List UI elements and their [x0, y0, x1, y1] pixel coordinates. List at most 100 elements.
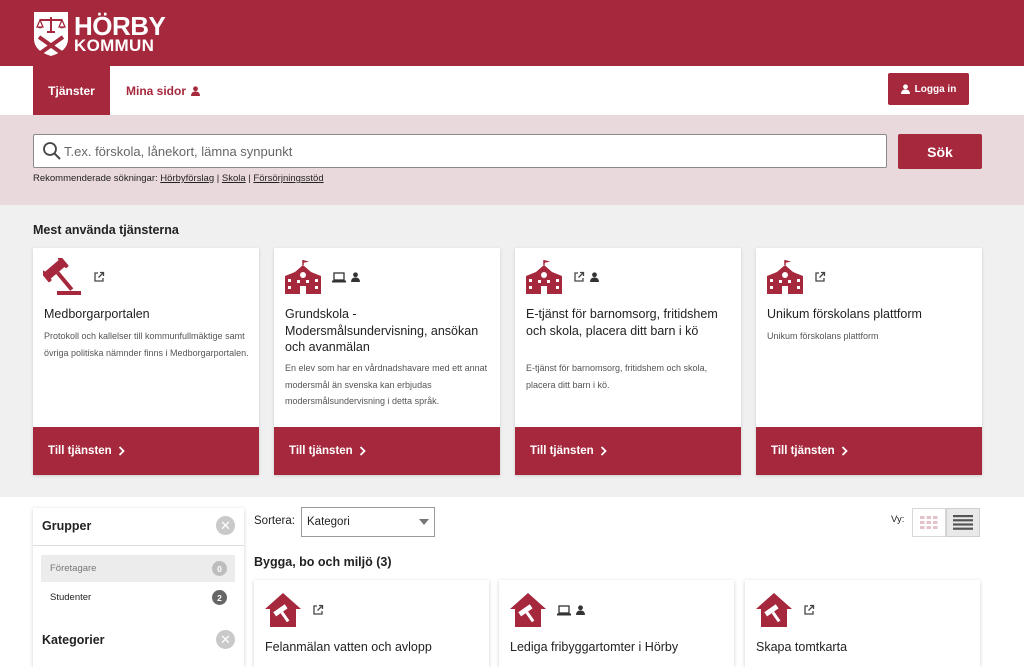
service-card[interactable]: Skapa tomtkarta — [745, 580, 980, 667]
recommended-searches: Rekommenderade sökningar: Hörbyförslag |… — [33, 173, 324, 184]
filter-item-studenter[interactable]: Studenter 2 — [41, 584, 235, 611]
external-link-icon — [804, 604, 815, 615]
card-icons — [525, 258, 599, 296]
groups-heading: Grupper — [42, 519, 92, 533]
chevron-right-icon — [359, 446, 366, 456]
top-bar: HÖRBY KOMMUN — [0, 0, 1024, 66]
list-icon — [953, 515, 973, 530]
external-link-icon — [815, 271, 826, 282]
filter-sidebar: Grupper ✕ Företagare 0 Studenter 2 Kateg… — [33, 508, 244, 667]
service-card[interactable]: Unikum förskolans plattform Unikum försk… — [756, 248, 982, 475]
external-link-icon — [574, 271, 585, 282]
laptop-icon — [332, 271, 346, 282]
category-heading: Bygga, bo och miljö (3) — [254, 555, 392, 569]
search-input[interactable] — [64, 135, 864, 167]
logo[interactable]: HÖRBY KOMMUN — [33, 10, 166, 57]
card-icons — [284, 258, 360, 296]
chevron-right-icon — [600, 446, 607, 456]
card-small-icons — [332, 271, 360, 283]
divider — [33, 545, 244, 546]
categories-heading: Kategorier — [42, 633, 105, 647]
clear-categories-button[interactable]: ✕ — [216, 630, 235, 649]
house-hammer-icon — [265, 593, 301, 627]
gavel-icon — [43, 258, 81, 295]
card-cta-button[interactable]: Till tjänsten — [515, 427, 741, 475]
service-card[interactable]: Grundskola - Modersmålsundervisning, ans… — [274, 248, 500, 475]
search-icon — [43, 142, 61, 160]
service-card[interactable]: Lediga fribyggartomter i Hörby — [499, 580, 734, 667]
recommended-label: Rekommenderade sökningar: — [33, 173, 158, 184]
filter-count-badge: 0 — [212, 561, 227, 576]
card-title: Grundskola - Modersmålsundervisning, ans… — [285, 307, 479, 354]
service-card[interactable]: E-tjänst för barnomsorg, fritidshem och … — [515, 248, 741, 475]
chevron-right-icon — [841, 446, 848, 456]
house-hammer-icon — [756, 593, 792, 627]
external-link-icon — [313, 604, 324, 615]
view-label: Vy: — [891, 514, 905, 525]
user-icon — [900, 84, 910, 94]
list-view-button[interactable] — [946, 508, 980, 537]
search-button[interactable]: Sök — [898, 134, 982, 169]
logo-line2: KOMMUN — [74, 36, 155, 56]
card-cta-button[interactable]: Till tjänsten — [274, 427, 500, 475]
card-cta-label: Till tjänsten — [530, 445, 594, 457]
user-icon — [590, 272, 599, 282]
recommended-link-horbyforslag[interactable]: Hörbyförslag — [160, 173, 214, 184]
card-description: En elev som har en vårdnadshavare med et… — [285, 363, 488, 407]
school-icon — [767, 260, 803, 294]
filter-item-label: Företagare — [50, 563, 97, 574]
login-button[interactable]: Logga in — [888, 73, 969, 105]
chevron-down-icon — [419, 519, 429, 525]
logo-line1: HÖRBY — [74, 10, 166, 41]
separator: | — [248, 173, 251, 184]
card-title: Unikum förskolans plattform — [767, 307, 922, 321]
card-title: Lediga fribyggartomter i Hörby — [510, 640, 679, 654]
card-title: Felanmälan vatten och avlopp — [265, 640, 432, 654]
card-description: Protokoll och kallelser till kommunfullm… — [44, 331, 249, 358]
school-icon — [526, 260, 562, 294]
grid-icon — [920, 516, 938, 529]
card-icons — [755, 592, 815, 628]
most-used-heading: Mest använda tjänsterna — [33, 223, 179, 237]
card-description: E-tjänst för barnomsorg, fritidshem och … — [526, 363, 708, 390]
card-small-icons — [557, 604, 585, 616]
card-icons — [766, 258, 826, 296]
search-box — [33, 134, 887, 168]
tab-tjanster[interactable]: Tjänster — [33, 66, 110, 115]
sort-select[interactable]: Kategori — [301, 507, 435, 537]
user-icon — [351, 272, 360, 282]
recommended-link-forsorjningsstod[interactable]: Försörjningsstöd — [253, 173, 323, 184]
card-description: Unikum förskolans plattform — [767, 331, 879, 341]
search-section: Sök Rekommenderade sökningar: Hörbyförsl… — [0, 115, 1024, 205]
card-title: E-tjänst för barnomsorg, fritidshem och … — [526, 307, 718, 338]
service-card[interactable]: Medborgarportalen Protokoll och kallelse… — [33, 248, 259, 475]
login-button-label: Logga in — [914, 83, 957, 95]
card-icons — [43, 258, 105, 296]
laptop-icon — [557, 604, 571, 615]
main-nav: Tjänster Mina sidor Logga in — [0, 66, 1024, 115]
card-title: Medborgarportalen — [44, 307, 150, 321]
tab-mina-sidor-label: Mina sidor — [126, 83, 187, 98]
sort-label: Sortera: — [254, 515, 295, 527]
clear-groups-button[interactable]: ✕ — [216, 516, 235, 535]
school-icon — [285, 260, 321, 294]
chevron-right-icon — [118, 446, 125, 456]
filter-item-foretagare[interactable]: Företagare 0 — [41, 555, 235, 582]
card-cta-button[interactable]: Till tjänsten — [33, 427, 259, 475]
card-cta-label: Till tjänsten — [48, 445, 112, 457]
filter-item-label: Studenter — [50, 592, 92, 603]
card-title: Skapa tomtkarta — [756, 640, 848, 654]
user-icon — [191, 85, 201, 96]
sort-select-value: Kategori — [307, 516, 350, 528]
coat-of-arms-icon — [34, 12, 68, 56]
tab-mina-sidor[interactable]: Mina sidor — [126, 66, 201, 115]
card-small-icons — [573, 271, 599, 283]
external-link-icon — [94, 271, 105, 282]
card-cta-button[interactable]: Till tjänsten — [756, 427, 982, 475]
house-hammer-icon — [510, 593, 546, 627]
card-cta-label: Till tjänsten — [771, 445, 835, 457]
grid-view-button[interactable] — [912, 508, 946, 537]
service-card[interactable]: Felanmälan vatten och avlopp — [254, 580, 489, 667]
card-cta-label: Till tjänsten — [289, 445, 353, 457]
recommended-link-skola[interactable]: Skola — [222, 173, 246, 184]
